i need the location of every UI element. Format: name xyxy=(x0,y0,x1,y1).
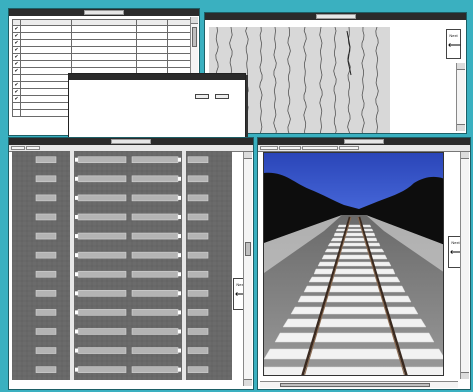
row-checkbox[interactable]: ✔ xyxy=(12,25,21,33)
table-cell xyxy=(20,46,72,54)
photo-scrollbar[interactable] xyxy=(460,152,469,379)
window-title xyxy=(111,139,151,144)
table-cell xyxy=(71,46,137,54)
table-cell xyxy=(136,32,168,40)
row-checkbox[interactable] xyxy=(12,109,21,117)
arrow-left-icon: ⟵ xyxy=(448,40,461,50)
rail xyxy=(182,151,186,380)
signal-trace xyxy=(333,27,337,133)
window-title xyxy=(84,10,124,15)
signal-trace xyxy=(361,27,365,133)
row-checkbox[interactable]: ✔ xyxy=(12,95,21,103)
toolbar-button[interactable] xyxy=(339,146,359,150)
table-cell xyxy=(71,25,137,33)
table-row[interactable]: ✔ xyxy=(12,25,196,33)
table-cell xyxy=(20,102,72,110)
detail-dialog xyxy=(68,73,246,139)
desktop: ✔ ✔ ✔ ✔ ✔ ✔ ✔ ✔ ✔ ✔ Next ⟵ Next ⟵ Next ⟵ xyxy=(0,0,473,392)
row-checkbox[interactable]: ✔ xyxy=(12,67,21,75)
row-checkbox[interactable]: ✔ xyxy=(12,53,21,61)
table-row[interactable]: ✔ xyxy=(12,60,196,68)
next-button[interactable]: Next ⟵ xyxy=(446,29,461,59)
track-photo xyxy=(263,152,444,376)
table-cell xyxy=(20,109,72,117)
row-checkbox[interactable]: ✔ xyxy=(12,88,21,96)
table-row[interactable]: ✔ xyxy=(12,39,196,47)
table-cell xyxy=(20,88,72,96)
toolbar-button[interactable] xyxy=(26,146,40,150)
table-cell xyxy=(71,39,137,47)
table-cell xyxy=(136,25,168,33)
photo-window: Next ⟵ xyxy=(257,137,471,390)
window-title xyxy=(344,139,384,144)
table-cell xyxy=(20,32,72,40)
dialog-button[interactable] xyxy=(215,94,229,99)
tie-plot-graphics xyxy=(12,151,232,380)
table-cell xyxy=(136,46,168,54)
scroll-down-arrow[interactable] xyxy=(457,124,465,131)
signal-trace xyxy=(375,27,379,133)
plot-grid xyxy=(12,151,232,380)
signal-scrollbar[interactable] xyxy=(456,63,465,131)
row-checkbox[interactable]: ✔ xyxy=(12,60,21,68)
signal-trace-titlebar[interactable] xyxy=(205,13,466,20)
scroll-down-arrow[interactable] xyxy=(244,379,252,386)
scroll-thumb[interactable] xyxy=(192,27,197,47)
table-cell xyxy=(136,39,168,47)
table-cell xyxy=(71,53,137,61)
signal-trace xyxy=(319,27,323,133)
table-cell xyxy=(136,53,168,61)
table-cell xyxy=(20,60,72,68)
table-cell xyxy=(20,39,72,47)
toolbar-button[interactable] xyxy=(302,146,338,150)
row-checkbox[interactable]: ✔ xyxy=(12,39,21,47)
row-checkbox[interactable]: ✔ xyxy=(12,46,21,54)
toolbar-button[interactable] xyxy=(260,146,278,150)
tie-plot xyxy=(12,151,232,380)
signal-trace xyxy=(303,27,307,133)
tie-plot-scrollbar[interactable] xyxy=(243,152,252,386)
table-cell xyxy=(71,60,137,68)
scroll-up-arrow[interactable] xyxy=(191,17,198,24)
row-checkbox[interactable]: ✔ xyxy=(12,81,21,89)
data-table-titlebar[interactable] xyxy=(9,9,199,16)
table-cell xyxy=(20,53,72,61)
table-cell xyxy=(20,74,72,82)
row-checkbox[interactable] xyxy=(12,74,21,82)
window-title xyxy=(315,14,356,19)
table-cell xyxy=(20,25,72,33)
table-row[interactable]: ✔ xyxy=(12,32,196,40)
photo-hscrollbar[interactable] xyxy=(260,381,458,388)
photo-titlebar[interactable] xyxy=(258,138,470,145)
row-checkbox[interactable] xyxy=(12,102,21,110)
scroll-down-arrow[interactable] xyxy=(461,372,469,379)
table-row[interactable]: ✔ xyxy=(12,46,196,54)
table-cell xyxy=(20,81,72,89)
next-label: Next xyxy=(449,33,458,38)
dialog-button[interactable] xyxy=(195,94,209,99)
table-cell xyxy=(20,95,72,103)
table-row[interactable]: ✔ xyxy=(12,53,196,61)
railway-track-image xyxy=(264,153,443,375)
rail xyxy=(70,151,74,380)
toolbar-button[interactable] xyxy=(11,146,25,150)
toolbar-button[interactable] xyxy=(279,146,301,150)
scroll-up-arrow[interactable] xyxy=(461,152,469,159)
tie-plot-window: Next ⟵ xyxy=(8,137,254,390)
scroll-thumb[interactable] xyxy=(245,242,251,256)
scroll-up-arrow[interactable] xyxy=(457,63,465,70)
row-checkbox[interactable]: ✔ xyxy=(12,32,21,40)
scroll-thumb[interactable] xyxy=(280,383,430,387)
dialog-titlebar[interactable] xyxy=(69,74,245,80)
signal-trace xyxy=(287,27,291,133)
photo-toolbar xyxy=(258,145,470,152)
signal-trace xyxy=(259,27,263,133)
scroll-up-arrow[interactable] xyxy=(244,152,252,159)
table-cell xyxy=(136,60,168,68)
table-cell xyxy=(71,32,137,40)
tie-plot-titlebar[interactable] xyxy=(9,138,253,145)
signal-trace xyxy=(273,27,277,133)
table-cell xyxy=(20,67,72,75)
